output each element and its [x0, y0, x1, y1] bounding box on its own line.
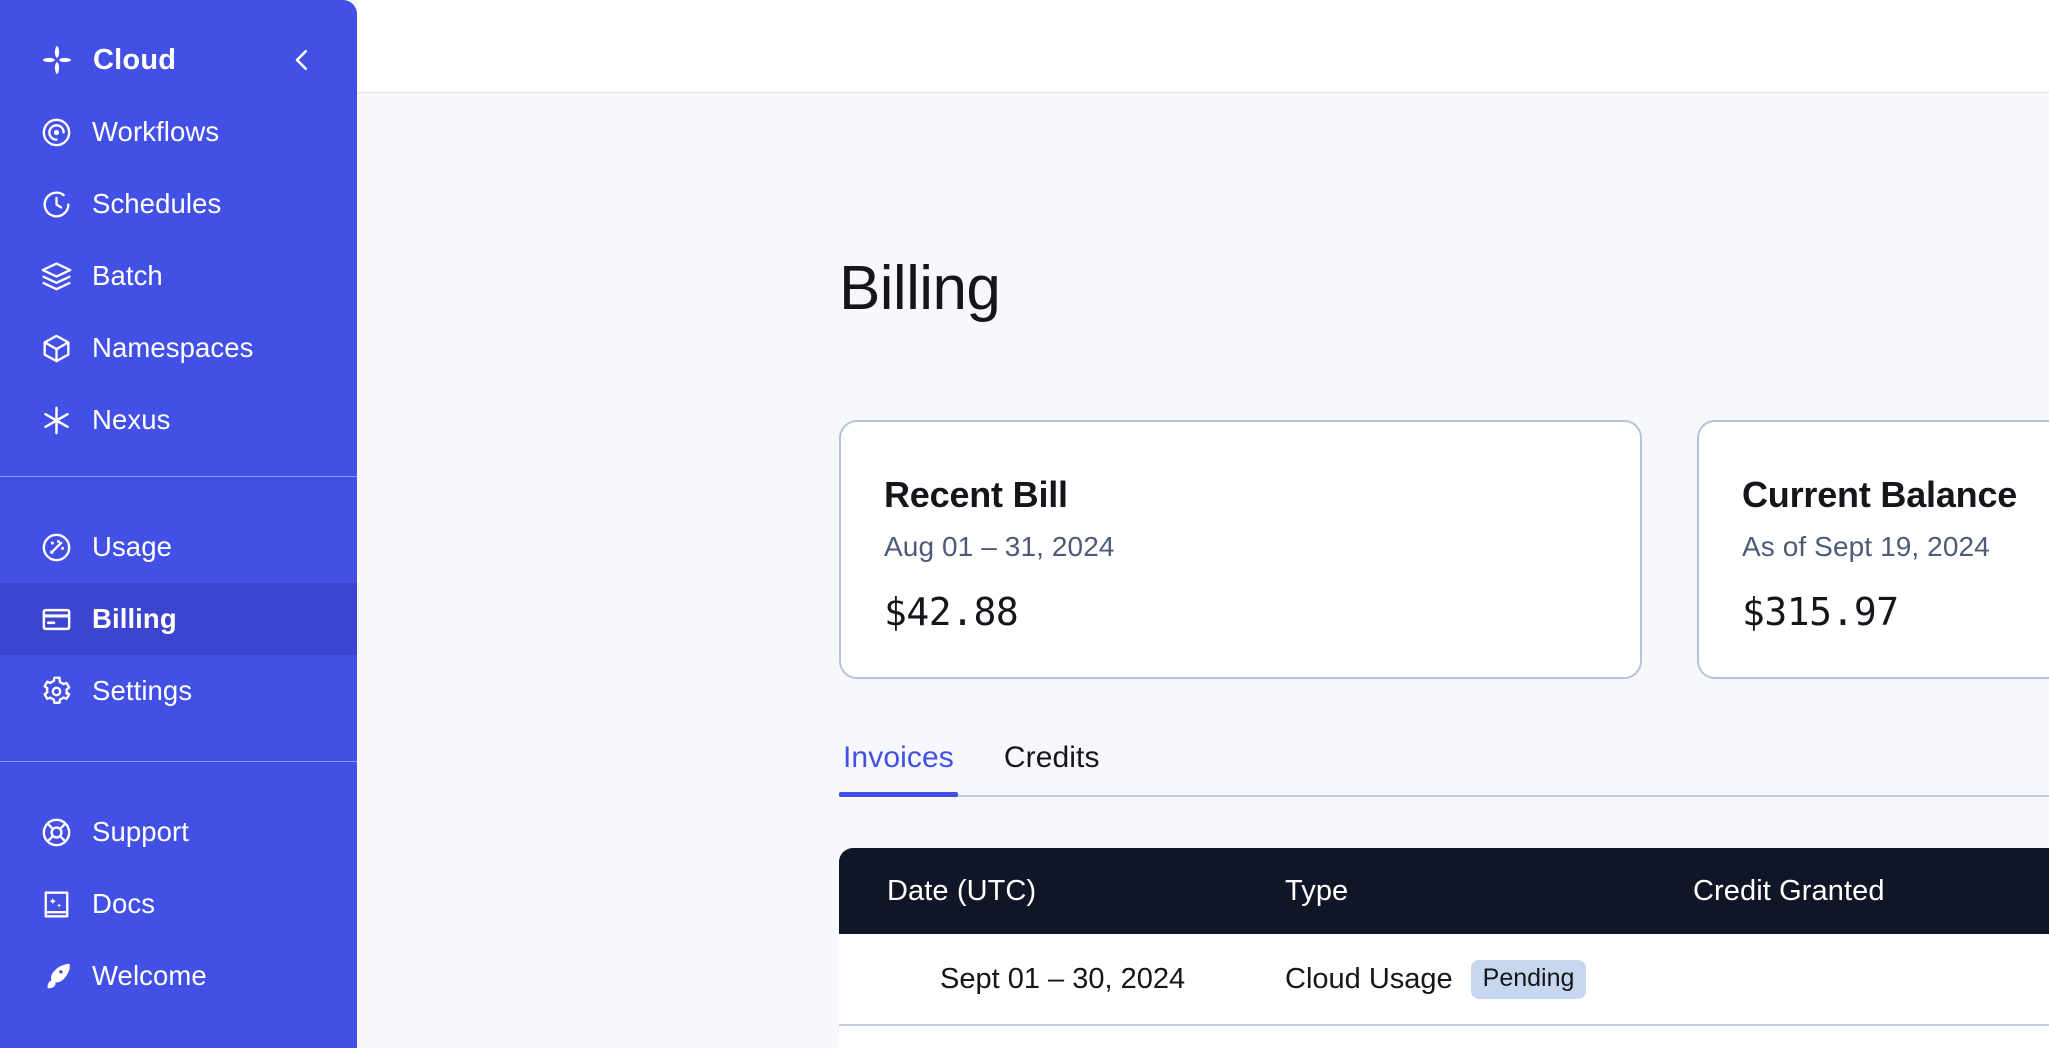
- batch-icon: [40, 260, 73, 293]
- card-title: Recent Bill: [884, 474, 1640, 516]
- status-badge: Pending: [1471, 960, 1587, 999]
- table-header-row: Date (UTC) Type Credit Granted: [839, 848, 2049, 934]
- billing-icon: [40, 603, 73, 636]
- sidebar-item-billing[interactable]: Billing: [0, 583, 357, 655]
- nexus-icon: [40, 404, 73, 437]
- sidebar: Cloud Workflows: [0, 0, 357, 1048]
- sidebar-item-batch[interactable]: Batch: [0, 240, 357, 312]
- chevron-left-icon[interactable]: [285, 43, 319, 77]
- page-title: Billing: [839, 253, 2049, 324]
- sidebar-item-label: Docs: [92, 888, 155, 920]
- download-icon-placeholder: [887, 962, 921, 996]
- top-bar: [357, 0, 2049, 93]
- column-header-type: Type: [1285, 875, 1693, 908]
- sidebar-item-label: Support: [92, 816, 189, 848]
- sidebar-item-nexus[interactable]: Nexus: [0, 384, 357, 456]
- column-header-date: Date (UTC): [839, 875, 1285, 908]
- summary-cards: Recent Bill Aug 01 – 31, 2024 $42.88 Cur…: [839, 420, 2049, 679]
- current-balance-card: Current Balance As of Sept 19, 2024 $315…: [1697, 420, 2049, 679]
- sidebar-item-docs[interactable]: Docs: [0, 868, 357, 940]
- billing-page: Cloud Workflows: [0, 0, 2049, 1048]
- card-subtitle: Aug 01 – 31, 2024: [884, 531, 1640, 563]
- sidebar-brand[interactable]: Cloud: [0, 24, 357, 96]
- cell-type: Cloud Usage Pending: [1285, 960, 1693, 999]
- sidebar-item-usage[interactable]: Usage: [0, 511, 357, 583]
- cell-date: Sept 01 – 30, 2024: [839, 962, 1285, 996]
- table-row[interactable]: Sept 01 – 30, 2024 Cloud Usage Pending: [839, 934, 2049, 1026]
- sidebar-item-schedules[interactable]: Schedules: [0, 168, 357, 240]
- sidebar-item-label: Settings: [92, 675, 192, 707]
- settings-icon: [40, 675, 73, 708]
- sidebar-item-label: Namespaces: [92, 332, 254, 364]
- invoices-table: Date (UTC) Type Credit Granted Sept 01 –…: [839, 848, 2049, 1048]
- sidebar-item-label: Batch: [92, 260, 163, 292]
- docs-icon: [40, 888, 73, 921]
- namespaces-icon: [40, 332, 73, 365]
- tab-invoices[interactable]: Invoices: [839, 741, 958, 795]
- sidebar-group-help: Support Docs: [0, 762, 357, 1032]
- sidebar-item-label: Schedules: [92, 188, 221, 220]
- sidebar-group-primary: Cloud Workflows: [0, 0, 357, 476]
- cloud-star-icon: [40, 43, 74, 77]
- sidebar-item-label: Nexus: [92, 404, 170, 436]
- card-amount: $315.97: [1742, 590, 2049, 634]
- table-row[interactable]: Aug 01 – 31, 2024 Cloud Usage: [839, 1026, 2049, 1048]
- sidebar-item-label: Welcome: [92, 960, 207, 992]
- sidebar-item-welcome[interactable]: Welcome: [0, 940, 357, 1012]
- tab-credits[interactable]: Credits: [1000, 741, 1104, 795]
- sidebar-item-settings[interactable]: Settings: [0, 655, 357, 727]
- page-content: Billing Recent Bill Aug 01 – 31, 2024 $4…: [357, 93, 2049, 1048]
- billing-tabs: Invoices Credits: [839, 741, 2049, 797]
- sidebar-item-label: Workflows: [92, 116, 219, 148]
- cell-date-text: Sept 01 – 30, 2024: [940, 963, 1185, 996]
- card-title: Current Balance: [1742, 474, 2049, 516]
- usage-icon: [40, 531, 73, 564]
- main-area: Billing Recent Bill Aug 01 – 31, 2024 $4…: [357, 0, 2049, 1048]
- sidebar-item-label: Billing: [92, 603, 177, 635]
- workflows-icon: [40, 116, 73, 149]
- support-icon: [40, 816, 73, 849]
- column-header-credit: Credit Granted: [1693, 875, 2049, 908]
- schedules-icon: [40, 188, 73, 221]
- sidebar-item-label: Usage: [92, 531, 172, 563]
- sidebar-item-namespaces[interactable]: Namespaces: [0, 312, 357, 384]
- welcome-icon: [40, 960, 73, 993]
- cell-type-text: Cloud Usage: [1285, 963, 1453, 996]
- sidebar-brand-label: Cloud: [93, 44, 176, 77]
- recent-bill-card: Recent Bill Aug 01 – 31, 2024 $42.88: [839, 420, 1642, 679]
- sidebar-item-support[interactable]: Support: [0, 796, 357, 868]
- card-amount: $42.88: [884, 590, 1640, 634]
- sidebar-group-account: Usage Billing: [0, 477, 357, 761]
- card-subtitle: As of Sept 19, 2024: [1742, 531, 2049, 563]
- sidebar-item-workflows[interactable]: Workflows: [0, 96, 357, 168]
